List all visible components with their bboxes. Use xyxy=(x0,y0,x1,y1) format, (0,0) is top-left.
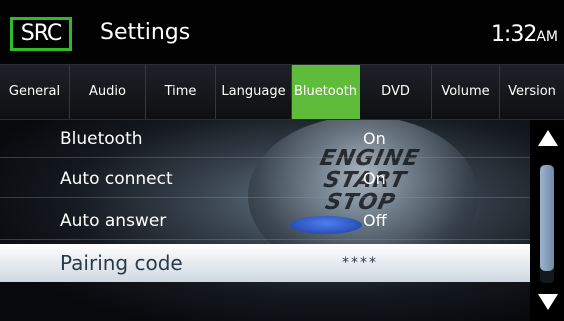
setting-value: **** xyxy=(342,255,378,271)
tab-volume[interactable]: Volume xyxy=(432,65,500,119)
page-title: Settings xyxy=(100,20,191,45)
settings-list: ENGINE START STOP Bluetooth On Auto conn… xyxy=(0,120,530,321)
tab-dvd[interactable]: DVD xyxy=(360,65,432,119)
tab-time[interactable]: Time xyxy=(146,65,216,119)
tab-bluetooth[interactable]: Bluetooth xyxy=(292,65,360,119)
setting-value: Off xyxy=(363,211,387,230)
tab-language[interactable]: Language xyxy=(216,65,292,119)
scroll-down-arrow-icon[interactable] xyxy=(538,294,558,310)
clock-ampm: AM xyxy=(536,29,558,45)
tab-general[interactable]: General xyxy=(0,65,70,119)
src-button[interactable]: SRC xyxy=(10,17,72,51)
settings-tab-bar: General Audio Time Language Bluetooth DV… xyxy=(0,64,564,120)
setting-row-auto-connect[interactable]: Auto connect On xyxy=(0,160,530,198)
tab-version[interactable]: Version xyxy=(500,65,564,119)
setting-label: Bluetooth xyxy=(60,129,143,149)
scroll-up-arrow-icon[interactable] xyxy=(538,130,558,146)
scroll-track[interactable] xyxy=(540,165,554,283)
setting-value: On xyxy=(363,129,386,148)
scrollbar[interactable] xyxy=(530,120,564,321)
setting-label: Auto answer xyxy=(60,211,167,231)
scroll-thumb[interactable] xyxy=(540,165,554,271)
clock-time: 1:32 xyxy=(490,22,537,47)
settings-screen: SRC Settings 1:32AM General Audio Time L… xyxy=(0,0,564,321)
setting-row-auto-answer[interactable]: Auto answer Off xyxy=(0,202,530,240)
setting-label: Auto connect xyxy=(60,169,173,189)
clock: 1:32AM xyxy=(491,20,558,52)
header-bar: SRC Settings 1:32AM xyxy=(0,0,564,60)
setting-row-bluetooth[interactable]: Bluetooth On xyxy=(0,120,530,158)
setting-label: Pairing code xyxy=(60,251,183,275)
setting-value: On xyxy=(363,169,386,188)
tab-audio[interactable]: Audio xyxy=(70,65,146,119)
setting-row-pairing-code[interactable]: Pairing code **** xyxy=(0,244,530,282)
